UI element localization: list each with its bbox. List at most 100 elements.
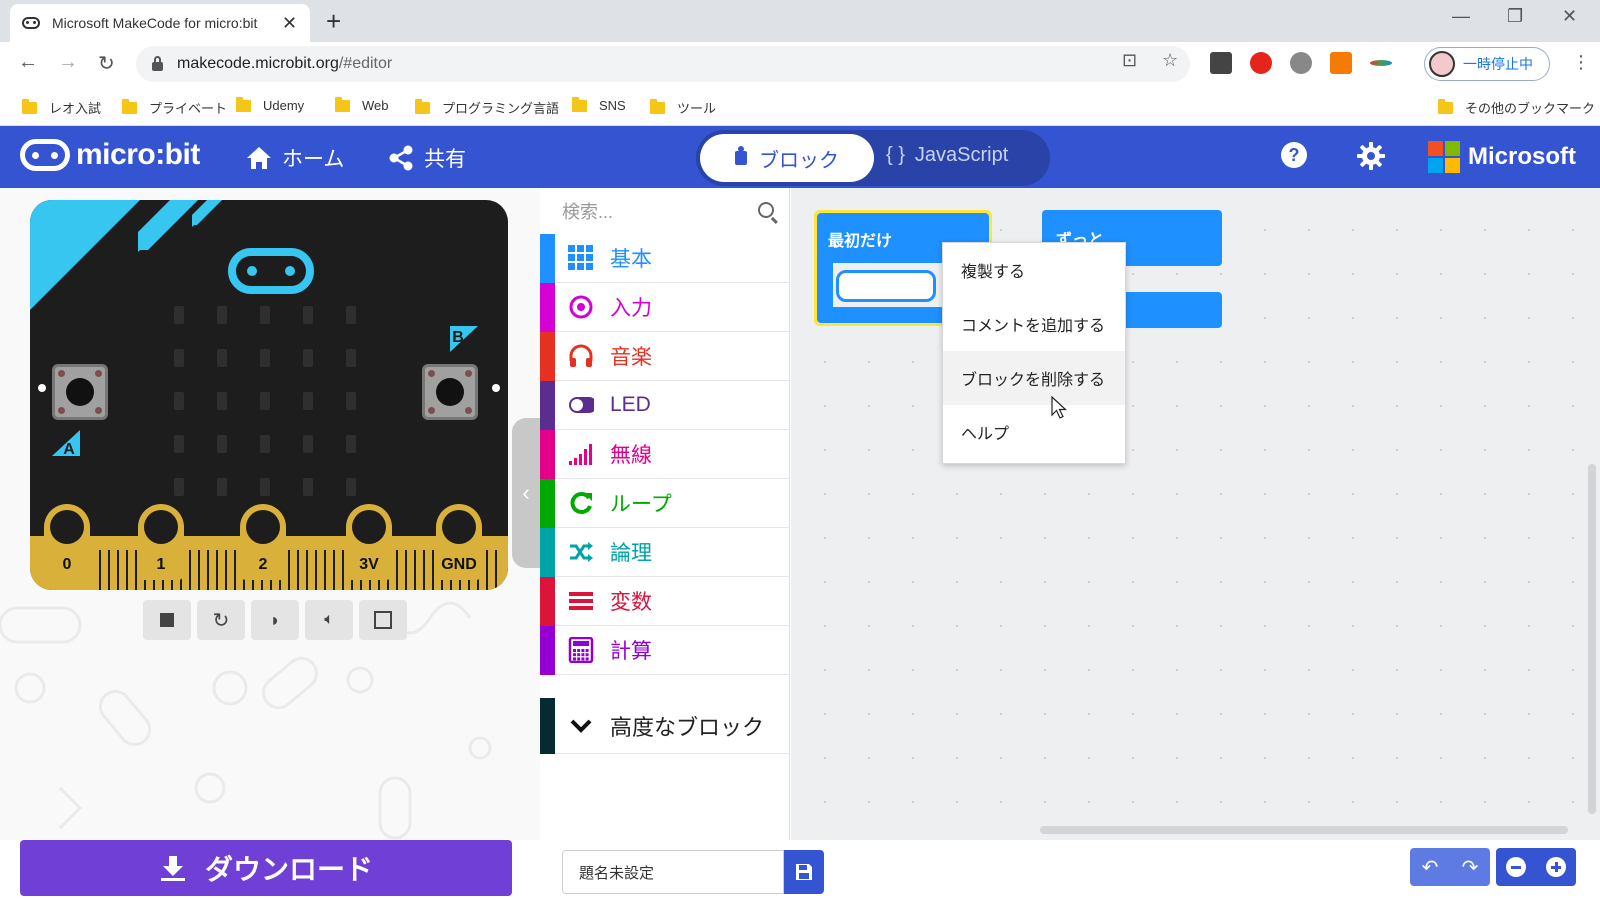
bookmark-folder[interactable]: Udemy: [236, 96, 304, 113]
save-button[interactable]: [784, 850, 824, 894]
microbit-logo[interactable]: micro:bit: [20, 138, 200, 172]
analytics-extension-icon[interactable]: [1330, 52, 1352, 74]
stop-icon: [160, 613, 174, 627]
refresh-icon: [568, 490, 594, 516]
share-button[interactable]: 共有: [388, 143, 466, 173]
led: [260, 478, 270, 496]
slow-mo-button[interactable]: ◗: [251, 600, 299, 640]
skype-extension-icon[interactable]: [1290, 52, 1312, 74]
vertical-scrollbar[interactable]: [1588, 464, 1596, 814]
svg-text:A: A: [63, 441, 75, 458]
share-icon: [389, 145, 413, 171]
bookmark-folder[interactable]: レオ入試: [22, 98, 101, 117]
bookmark-folder[interactable]: SNS: [572, 96, 626, 113]
menu-item-delete-block[interactable]: ブロックを削除する: [943, 351, 1125, 405]
forward-icon[interactable]: →: [58, 51, 78, 74]
browser-toolbar: ← → ↻ makecode.microbit.org/#editor ⊡ ☆ …: [0, 42, 1600, 86]
restart-button[interactable]: ↻: [197, 600, 245, 640]
qr-extension-icon[interactable]: [1210, 52, 1232, 74]
translate-icon[interactable]: ⊡: [1122, 50, 1137, 71]
microsoft-logo-icon: [1428, 141, 1460, 173]
svg-text:?: ?: [1289, 145, 1300, 165]
button-b-label: B: [450, 326, 478, 352]
minimize-icon[interactable]: —: [1452, 6, 1470, 27]
toolbox-category[interactable]: 入力: [540, 283, 790, 332]
home-button[interactable]: ホーム: [246, 143, 344, 173]
button-a[interactable]: [52, 364, 108, 420]
toolbox-category[interactable]: 計算: [540, 626, 790, 675]
puzzle-icon: [735, 146, 747, 165]
menu-item-add-comment[interactable]: コメントを追加する: [943, 297, 1125, 351]
led: [260, 349, 270, 367]
search-icon: [758, 202, 774, 218]
window-close-icon[interactable]: ✕: [1562, 6, 1577, 27]
bookmark-folder[interactable]: ツール: [650, 98, 716, 117]
javascript-mode-button[interactable]: { } JavaScript: [886, 144, 1008, 167]
led: [217, 349, 227, 367]
back-icon[interactable]: ←: [18, 51, 38, 74]
profile-button[interactable]: 一時停止中: [1424, 47, 1550, 81]
mute-button[interactable]: 🔈︎: [305, 600, 353, 640]
zoom-in-icon[interactable]: [1546, 857, 1566, 877]
toolbox-category[interactable]: ループ: [540, 479, 790, 528]
menu-item-help[interactable]: ヘルプ: [943, 405, 1125, 459]
button-a-label: A: [52, 430, 80, 458]
toolbox-category[interactable]: 無線: [540, 430, 790, 479]
led: [346, 392, 356, 410]
browser-tab[interactable]: Microsoft MakeCode for micro:bit ✕: [10, 4, 310, 42]
tab-title: Microsoft MakeCode for micro:bit: [52, 15, 258, 31]
restore-icon[interactable]: ❐: [1507, 6, 1523, 27]
bookmark-folder[interactable]: Web: [335, 96, 389, 113]
fullscreen-button[interactable]: [359, 600, 407, 640]
shuffle-icon: [568, 539, 594, 565]
collapse-simulator-button[interactable]: ‹: [512, 418, 540, 568]
antivirus-extension-icon[interactable]: [1250, 52, 1272, 74]
toggle-icon: [568, 392, 594, 418]
reload-icon[interactable]: ↻: [98, 51, 115, 76]
undo-redo-group: ↶ ↷: [1410, 848, 1490, 886]
folder-icon: [122, 98, 137, 114]
pin-label: 2: [258, 556, 268, 573]
help-icon[interactable]: ?: [1280, 141, 1308, 169]
button-b[interactable]: [422, 364, 478, 420]
led: [303, 435, 313, 453]
microbit-favicon-icon: [22, 17, 40, 29]
zoom-out-icon[interactable]: [1506, 857, 1526, 877]
rainbow-extension-icon[interactable]: [1370, 60, 1392, 66]
tab-close-icon[interactable]: ✕: [282, 13, 297, 34]
settings-gear-icon[interactable]: [1356, 141, 1386, 171]
address-bar[interactable]: makecode.microbit.org/#editor: [136, 46, 1190, 82]
url-host: makecode.microbit.org: [177, 55, 339, 72]
led: [260, 306, 270, 324]
toolbox-category[interactable]: 音楽: [540, 332, 790, 381]
browser-menu-icon[interactable]: ⋮: [1572, 52, 1590, 73]
browser-tab-bar: Microsoft MakeCode for micro:bit ✕ + — ❐…: [0, 0, 1600, 42]
signal-bars-icon: [568, 441, 594, 467]
horizontal-scrollbar[interactable]: [1040, 826, 1568, 834]
new-tab-button[interactable]: +: [326, 6, 341, 37]
led: [174, 392, 184, 410]
toolbox-category[interactable]: 変数: [540, 577, 790, 626]
editor-mode-toggle: ブロック { } JavaScript: [696, 130, 1050, 186]
project-name-input[interactable]: 題名未設定: [562, 850, 784, 894]
fullscreen-icon: [374, 611, 392, 629]
undo-icon[interactable]: ↶: [1422, 855, 1439, 880]
blocks-mode-button[interactable]: ブロック: [700, 134, 874, 182]
toolbox-category[interactable]: 論理: [540, 528, 790, 577]
stop-button[interactable]: [143, 600, 191, 640]
microsoft-logo[interactable]: Microsoft: [1428, 141, 1576, 173]
pin-label: 3V: [359, 556, 379, 573]
toolbox-search[interactable]: 検索...: [540, 188, 790, 234]
advanced-blocks-toggle[interactable]: 高度なブロック: [540, 698, 790, 754]
toolbox-category[interactable]: LED: [540, 381, 790, 430]
led: [303, 478, 313, 496]
menu-item-duplicate[interactable]: 複製する: [943, 243, 1125, 297]
bookmark-folder[interactable]: プログラミング言語: [415, 98, 559, 117]
side-indicator: [38, 384, 46, 392]
bookmark-star-icon[interactable]: ☆: [1162, 50, 1178, 71]
other-bookmarks[interactable]: その他のブックマーク: [1438, 98, 1595, 117]
toolbox-category[interactable]: 基本: [540, 234, 790, 283]
download-button[interactable]: ダウンロード: [20, 840, 512, 896]
bookmark-folder[interactable]: プライベート: [122, 98, 227, 117]
redo-icon[interactable]: ↷: [1462, 855, 1479, 880]
